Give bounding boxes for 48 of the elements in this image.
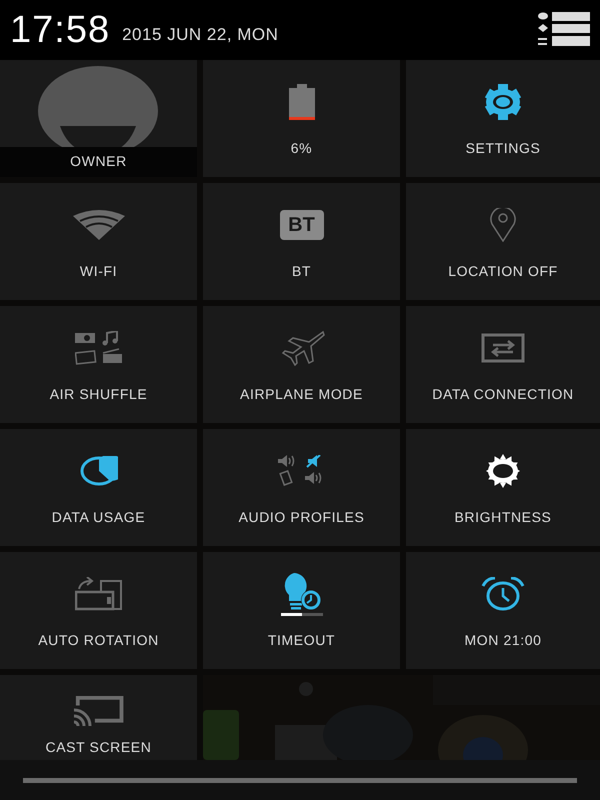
location-pin-icon	[488, 208, 518, 242]
settings-icon	[482, 84, 524, 120]
tile-label: DATA CONNECTION	[432, 386, 574, 402]
tile-label: BT	[292, 263, 312, 279]
clock-time: 17:58	[10, 8, 110, 52]
tile-label: AIRPLANE MODE	[240, 386, 363, 402]
tile-label: DATA USAGE	[52, 509, 146, 525]
tile-label: SETTINGS	[466, 140, 540, 156]
data-transfer-icon	[481, 333, 525, 363]
rotation-icon	[74, 577, 122, 611]
bt-icon: BT	[280, 210, 324, 240]
media-icons-drawing	[74, 331, 122, 365]
quick-setting-tile[interactable]: WI-FI	[0, 183, 197, 300]
tile-label: LOCATION OFF	[448, 263, 558, 279]
tile-label: 6%	[290, 140, 312, 156]
wifi-icon	[72, 210, 124, 240]
tile-label: AUTO ROTATION	[38, 632, 159, 648]
quick-setting-tile[interactable]: DATA CONNECTION	[406, 306, 600, 423]
tile-label: WI-FI	[80, 263, 118, 279]
tile-label: BRIGHTNESS	[454, 509, 552, 525]
list-view-icon[interactable]	[538, 12, 590, 48]
tile-label: MON 21:00	[464, 632, 542, 648]
quick-setting-tile[interactable]: MON 21:00	[406, 552, 600, 669]
quick-setting-tile[interactable]: LOCATION OFF	[406, 183, 600, 300]
quick-setting-tile[interactable]: DATA USAGE	[0, 429, 197, 546]
tile-label: TIMEOUT	[268, 632, 336, 648]
data-usage-icon	[80, 456, 118, 486]
tile-label: AIR SHUFFLE	[50, 386, 148, 402]
drag-handle[interactable]	[23, 778, 577, 782]
owner-tile[interactable]: OWNER	[0, 60, 197, 177]
cast-icon	[74, 696, 124, 726]
quick-setting-tile[interactable]: 6%	[203, 60, 400, 177]
quick-setting-tile[interactable]: AUDIO PROFILES	[203, 429, 400, 546]
tile-label: AUDIO PROFILES	[238, 509, 364, 525]
quick-setting-tile[interactable]: TIMEOUT	[203, 552, 400, 669]
quick-setting-tile[interactable]: AIRPLANE MODE	[203, 306, 400, 423]
quick-setting-tile[interactable]: CAST SCREEN	[0, 675, 197, 760]
date-text: 2015 JUN 22, MON	[122, 25, 278, 45]
quick-setting-tile[interactable]: AIR SHUFFLE	[0, 306, 197, 423]
tile-label: CAST SCREEN	[46, 739, 152, 755]
quick-setting-tile[interactable]: BT BT	[203, 183, 400, 300]
quick-setting-tile[interactable]: AUTO ROTATION	[0, 552, 197, 669]
quick-setting-tile[interactable]: SETTINGS	[406, 60, 600, 177]
battery-icon	[288, 84, 314, 120]
quick-setting-tile[interactable]: BRIGHTNESS	[406, 429, 600, 546]
tile-label: OWNER	[0, 147, 197, 177]
alarm-clock-icon	[481, 577, 525, 611]
timeout-slider[interactable]	[280, 612, 322, 616]
